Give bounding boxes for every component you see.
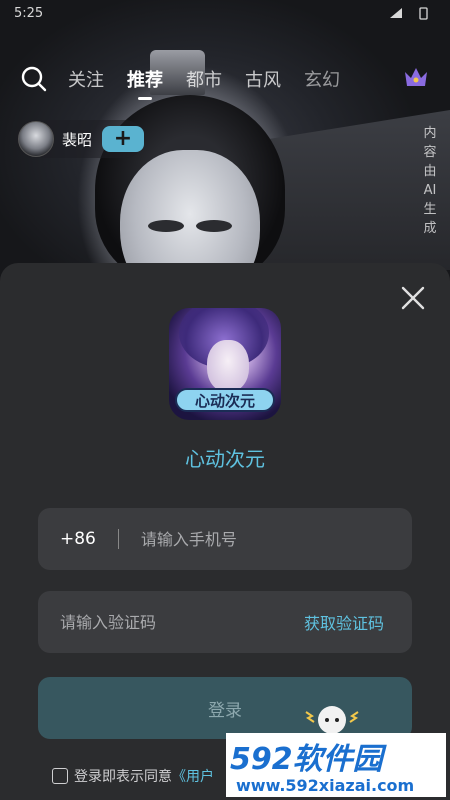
- get-code-button[interactable]: 获取验证码: [304, 610, 384, 634]
- tab-ancient[interactable]: 古风: [245, 66, 281, 92]
- ai-generated-notice: 内容由AI生成: [423, 126, 437, 236]
- status-time: 5:25: [14, 6, 44, 21]
- divider: [117, 529, 119, 549]
- code-field[interactable]: 获取验证码: [38, 591, 412, 653]
- status-bar: 5:25: [0, 0, 450, 30]
- character-chip[interactable]: 裴昭 +: [16, 120, 145, 158]
- watermark-logo: 592软件园 www.592xiazai.com: [226, 733, 446, 797]
- phone-input[interactable]: [140, 529, 341, 549]
- crown-icon[interactable]: [402, 64, 430, 90]
- logo-face: [207, 340, 249, 392]
- login-sheet: 心动次元 心动次元 +86 获取验证码 登录 登录即表示同意 《用户: [0, 263, 450, 800]
- tab-urban[interactable]: 都市: [186, 66, 222, 92]
- tab-recommended[interactable]: 推荐: [127, 66, 163, 92]
- watermark-brand: 592软件园: [230, 742, 388, 777]
- search-icon[interactable]: [20, 65, 48, 93]
- agreement-checkbox[interactable]: [52, 768, 68, 784]
- agreement-text: 登录即表示同意: [74, 769, 172, 785]
- app-name: 心动次元: [185, 447, 265, 471]
- verification-code-input[interactable]: [60, 612, 260, 632]
- user-agreement-link[interactable]: 《用户: [172, 766, 214, 786]
- country-code[interactable]: +86: [60, 529, 96, 549]
- app-logo-text: 心动次元: [175, 388, 275, 412]
- phone-field[interactable]: +86: [38, 508, 412, 570]
- close-icon[interactable]: [400, 285, 426, 311]
- tab-fantasy[interactable]: 玄幻: [304, 66, 340, 92]
- add-character-button[interactable]: +: [102, 126, 145, 152]
- watermark-url: www.592xiazai.com: [236, 776, 414, 795]
- tab-following[interactable]: 关注: [68, 66, 104, 92]
- avatar[interactable]: [18, 121, 54, 157]
- agreement-row: 登录即表示同意 《用户: [52, 766, 214, 786]
- character-eye: [148, 220, 184, 232]
- character-eye: [196, 220, 232, 232]
- character-name: 裴昭: [62, 130, 93, 149]
- app-logo: 心动次元: [169, 308, 281, 420]
- top-nav: 关注 推荐 都市 古风 玄幻: [20, 62, 430, 96]
- status-icons: [376, 6, 436, 24]
